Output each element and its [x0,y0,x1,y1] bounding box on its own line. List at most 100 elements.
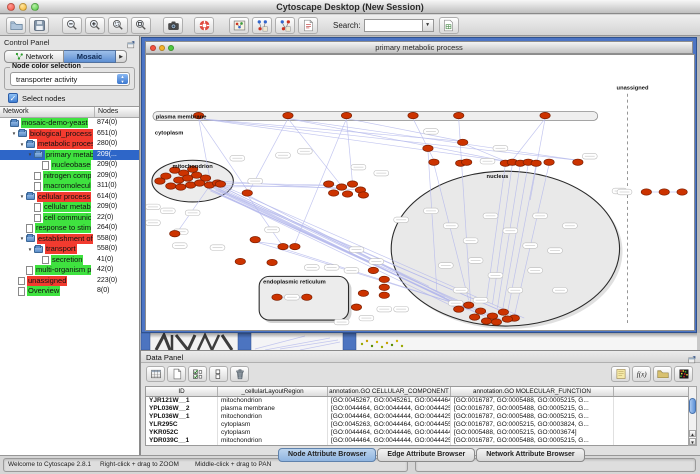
tree-row[interactable]: ▼transport558(0) [0,244,139,255]
open-session-button[interactable] [6,17,26,34]
search-input[interactable] [364,19,422,32]
tree-row[interactable]: nucleobase-209(0) [0,160,139,171]
network-node[interactable] [267,259,277,265]
float-panel-icon[interactable] [125,37,136,47]
column-header[interactable]: ID [146,387,218,396]
select-nodes-checkbox[interactable]: ✓ [8,93,18,103]
zoom-selected-button[interactable] [108,17,128,34]
network-node[interactable] [423,145,433,151]
network-node[interactable] [166,183,176,189]
network-node[interactable] [461,159,471,165]
network-node[interactable] [469,314,479,320]
network-canvas[interactable]: plasma membranecytoplasmmitochondrionnuc… [145,54,695,331]
network-node[interactable] [336,184,346,190]
network-node[interactable] [358,290,368,296]
network-node[interactable] [463,302,473,308]
help-button[interactable] [194,17,214,34]
network-node[interactable] [379,292,389,298]
network-node[interactable] [170,231,180,237]
network-node[interactable] [491,319,501,325]
network-node[interactable] [235,258,245,264]
expander-icon[interactable]: ▼ [26,152,34,157]
network-node[interactable] [347,181,357,187]
network-node[interactable] [481,318,491,324]
network-window[interactable]: primary metabolic process plasma membran… [141,37,697,333]
zoom-fit-button[interactable] [131,17,151,34]
expander-icon[interactable]: ▼ [18,194,26,199]
network-node[interactable] [544,159,554,165]
tab-node-attribute-browser[interactable]: Node Attribute Browser [278,448,376,462]
tab-mosaic[interactable]: Mosaic [64,50,116,63]
network-node[interactable] [454,306,464,312]
expander-icon[interactable]: ▼ [26,247,34,252]
network-node[interactable] [379,284,389,290]
net-minimize-button[interactable] [159,45,165,51]
vizmapper-button[interactable] [298,17,318,34]
net-close-button[interactable] [150,45,156,51]
scrollbar-thumb[interactable] [689,398,696,414]
search-dropdown-button[interactable]: ▼ [422,19,434,32]
network-node[interactable] [641,189,651,195]
network-node[interactable] [454,112,464,118]
network-node[interactable] [408,112,418,118]
column-header[interactable]: annotation.GO MOLECULAR_FUNCTION [451,387,614,396]
delete-attribute-button[interactable] [230,366,249,382]
table-row[interactable]: YDR039C__1mitochondrion[GO:0044464, GO:0… [146,437,689,445]
column-header[interactable]: _cellularLayoutRegion [218,387,328,396]
close-button[interactable] [7,3,15,11]
snapshot-button[interactable] [163,17,183,34]
network-node[interactable] [342,191,352,197]
network-node[interactable] [502,316,512,322]
network-image-button[interactable] [229,17,249,34]
network-node[interactable] [458,139,468,145]
network-node[interactable] [498,309,508,315]
tab-network[interactable]: Network [4,50,64,63]
network-node[interactable] [328,190,338,196]
network-node[interactable] [341,112,351,118]
network-node[interactable] [677,189,687,195]
network-node[interactable] [278,243,288,249]
network-node[interactable] [324,181,334,187]
layout-2-button[interactable] [275,17,295,34]
formula-builder-button[interactable]: f(x) [632,366,651,382]
zoom-out-button[interactable] [62,17,82,34]
layout-1-button[interactable] [252,17,272,34]
network-node[interactable] [573,159,583,165]
network-node[interactable] [250,236,260,242]
network-node[interactable] [531,160,541,166]
data-panel-float-icon[interactable] [686,352,697,362]
network-node[interactable] [351,304,361,310]
table-scrollbar[interactable]: ▲ ▼ [688,386,697,446]
network-node[interactable] [368,267,378,273]
network-node[interactable] [429,159,439,165]
tree-row[interactable]: ▼primary metabo209(... [0,150,139,161]
new-attribute-button[interactable] [167,366,186,382]
tab-scroll-right-icon[interactable]: ▶ [116,50,127,63]
table-row[interactable]: YLR295Ccytoplasm[GO:0045263, GO:0044464,… [146,421,689,429]
expander-icon[interactable]: ▼ [10,131,18,136]
node-color-dropdown[interactable]: transporter activity ▲▼ [10,72,130,86]
tree-row[interactable]: cellular metabo209(0) [0,202,139,213]
column-header[interactable]: annotation.GO CELLULAR_COMPONENT [328,387,451,396]
expander-icon[interactable]: ▼ [18,236,26,241]
scroll-down-icon[interactable]: ▼ [689,438,696,445]
tab-network-attribute-browser[interactable]: Network Attribute Browser [476,448,584,462]
tree-row[interactable]: ▼biological_process651(0) [0,129,139,140]
network-node[interactable] [540,112,550,118]
select-attributes-button[interactable] [188,366,207,382]
network-node[interactable] [155,178,165,184]
annotation-pad-button[interactable] [611,366,630,382]
table-row[interactable]: YPL036W__2plasma membrane[GO:0044464, GO… [146,405,689,413]
network-node[interactable] [283,112,293,118]
tree-row[interactable]: ▼cellular process614(0) [0,192,139,203]
heatmap-button[interactable] [674,366,693,382]
tree-row[interactable]: response to stimulu264(0) [0,223,139,234]
network-node[interactable] [302,294,312,300]
net-maximize-button[interactable] [168,45,174,51]
tree-row[interactable]: secretion41(0) [0,255,139,266]
tree-row[interactable]: mosaic-demo-yeast874(0) [0,118,139,129]
tree-row[interactable]: unassigned223(0) [0,276,139,287]
zoom-in-button[interactable] [85,17,105,34]
table-row[interactable]: YPL036W__1mitochondrion[GO:0044464, GO:0… [146,413,689,421]
maximize-button[interactable] [31,3,39,11]
